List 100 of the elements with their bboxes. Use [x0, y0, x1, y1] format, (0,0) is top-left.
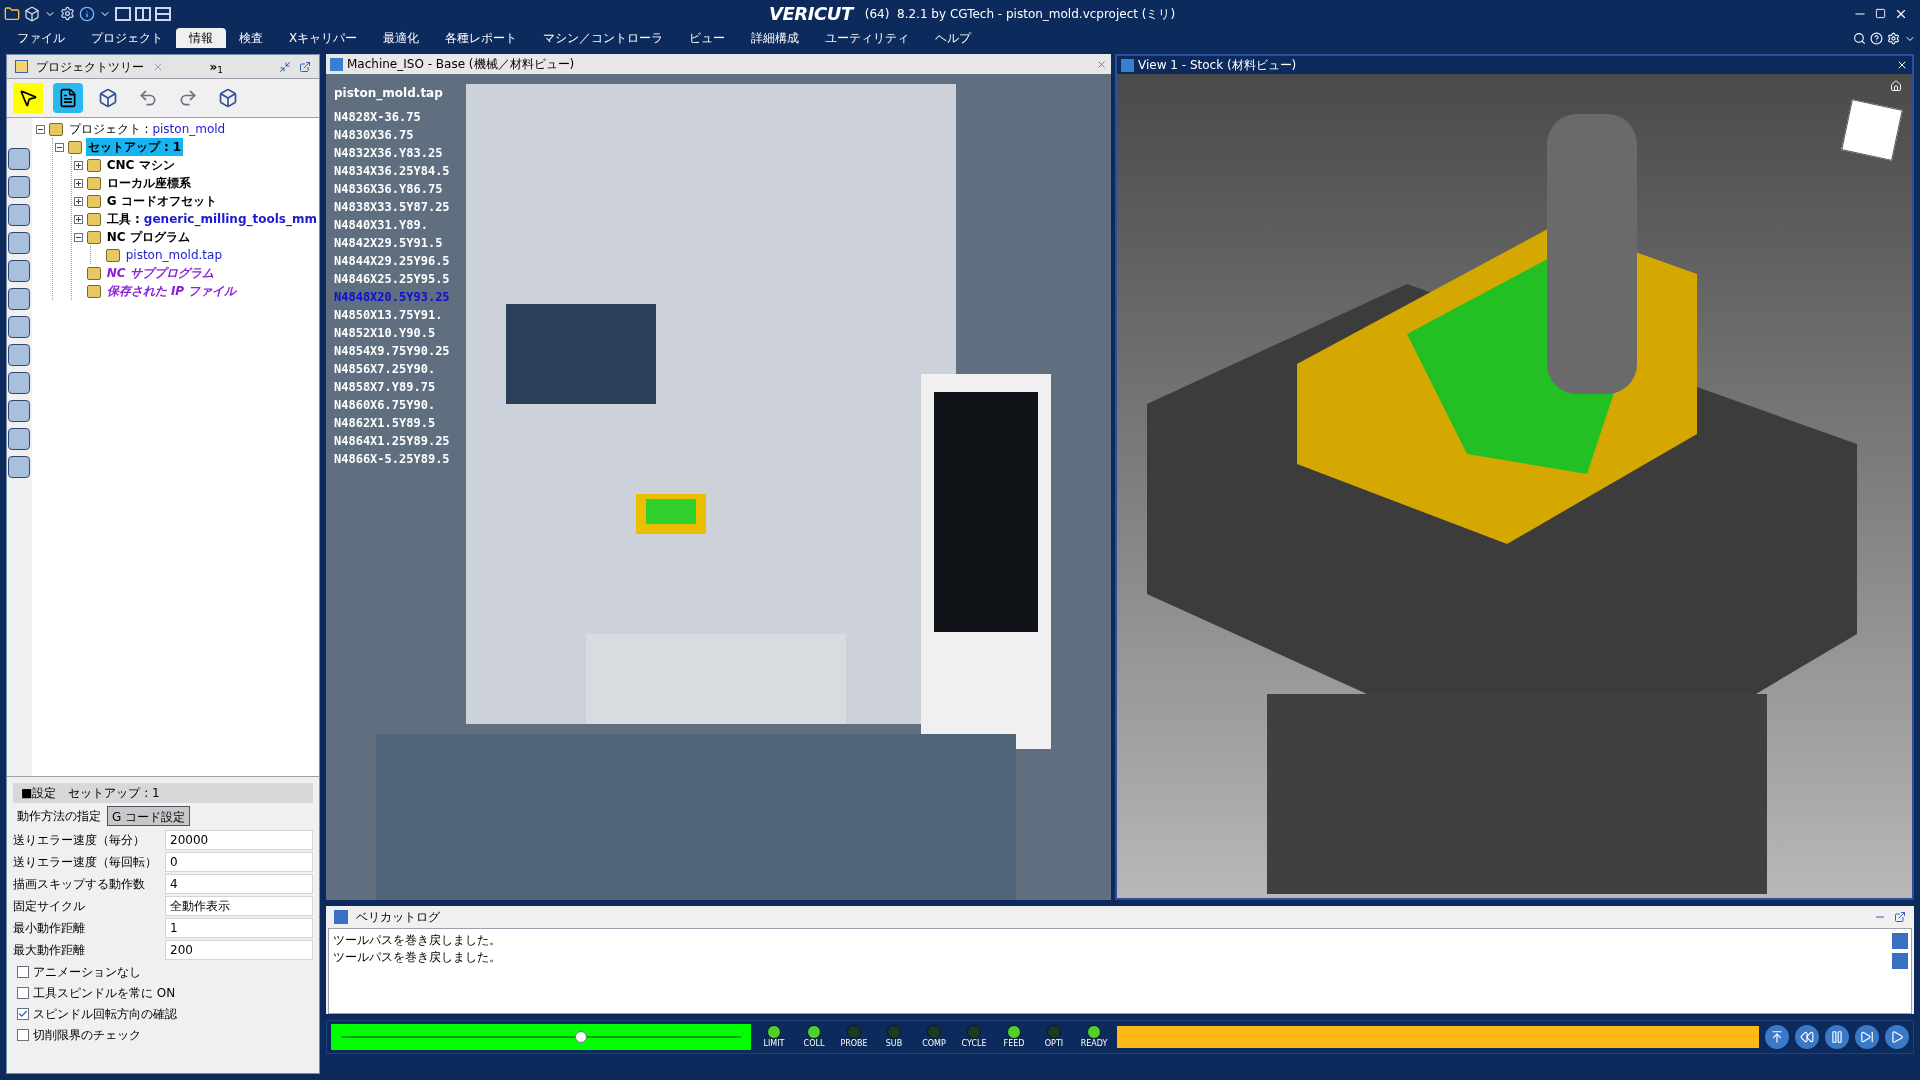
- tree-item[interactable]: プロジェクト : piston_mold: [66, 120, 228, 138]
- nc-code-line[interactable]: N4866X-5.25Y89.5: [334, 450, 450, 468]
- tree-item[interactable]: ローカル座標系: [104, 174, 193, 192]
- popout-icon[interactable]: [1894, 911, 1906, 923]
- nc-code-line[interactable]: N4862X1.5Y89.5: [334, 414, 436, 432]
- eject-icon[interactable]: [1765, 1025, 1789, 1049]
- nc-code-line[interactable]: N4850X13.75Y91.: [334, 306, 443, 324]
- nc-code-line[interactable]: N4830X36.75: [334, 126, 414, 144]
- tree-node-icon: [86, 176, 101, 190]
- close-icon[interactable]: [1896, 59, 1908, 71]
- tree-item[interactable]: セットアップ : 1: [85, 138, 184, 156]
- checkbox-label: アニメーションなし: [33, 963, 141, 981]
- toolbar-tool-icon[interactable]: [8, 176, 31, 198]
- nc-code-line[interactable]: N4834X36.25Y84.5: [334, 162, 450, 180]
- document-icon[interactable]: [53, 83, 83, 113]
- nc-code-line[interactable]: N4856X7.25Y90.: [334, 360, 436, 378]
- collapse-toggle-icon[interactable]: [35, 124, 45, 134]
- menu-item[interactable]: 詳細構成: [738, 28, 813, 48]
- nc-code-line[interactable]: N4860X6.75Y90.: [334, 396, 436, 414]
- toolbar-tool-icon[interactable]: [8, 372, 31, 394]
- toolbar-tool-icon[interactable]: [8, 260, 31, 282]
- checkbox[interactable]: [17, 1028, 29, 1041]
- log-tab[interactable]: ベリカットログ: [356, 908, 440, 926]
- nc-code-line[interactable]: N4844X29.25Y96.5: [334, 252, 450, 270]
- restore-icon[interactable]: [1875, 8, 1886, 19]
- menu-item[interactable]: 各種レポート: [432, 28, 531, 48]
- tree-item[interactable]: NC プログラム: [104, 228, 192, 246]
- menu-item[interactable]: ヘルプ: [922, 28, 985, 48]
- nc-code-line[interactable]: N4852X10.Y90.5: [334, 324, 436, 342]
- menu-item[interactable]: 情報: [176, 28, 226, 48]
- overflow-tabs-button[interactable]: »$_{1}$: [209, 57, 223, 76]
- tree-item[interactable]: NC サブプログラム: [104, 264, 216, 282]
- panel-tab[interactable]: プロジェクトツリー: [36, 57, 144, 76]
- search-icon[interactable]: [1853, 32, 1866, 45]
- single-layout-icon[interactable]: [115, 6, 131, 21]
- split-horizontal-icon[interactable]: [155, 6, 171, 21]
- nc-code-line[interactable]: N4832X36.Y83.25: [334, 144, 443, 162]
- checkbox[interactable]: [17, 986, 29, 999]
- nc-code-line[interactable]: N4864X1.25Y89.25: [334, 432, 450, 450]
- input-field[interactable]: 20000: [165, 830, 313, 850]
- folder-icon[interactable]: [4, 5, 20, 22]
- tree-item[interactable]: 保存された IP ファイル: [104, 282, 239, 300]
- menu-item[interactable]: 最適化: [370, 28, 433, 48]
- input-field[interactable]: 全動作表示: [165, 896, 313, 916]
- input-field[interactable]: 1: [165, 918, 313, 938]
- toolbar-tool-icon[interactable]: [8, 428, 31, 450]
- menu-item[interactable]: ユーティリティ: [812, 28, 923, 48]
- nc-code-line[interactable]: N4846X25.25Y95.5: [334, 270, 450, 288]
- expand-toggle-icon[interactable]: [73, 160, 83, 170]
- nc-code-line[interactable]: N4838X33.5Y87.25: [334, 198, 450, 216]
- popout-icon[interactable]: [299, 60, 311, 73]
- input-field[interactable]: 200: [165, 940, 313, 960]
- collapse-toggle-icon[interactable]: [73, 232, 83, 242]
- settings-icon[interactable]: [1887, 32, 1900, 45]
- nc-code-line[interactable]: N4858X7.Y89.75: [334, 378, 436, 396]
- nc-code-line[interactable]: N4840X31.Y89.: [334, 216, 428, 234]
- field-label: 固定サイクル: [13, 898, 86, 915]
- step-forward-icon[interactable]: [1855, 1025, 1879, 1049]
- progress-thumb[interactable]: [575, 1031, 587, 1043]
- input-field[interactable]: 0: [165, 852, 313, 872]
- menu-item[interactable]: ファイル: [4, 28, 78, 48]
- menu-item[interactable]: Xキャリパー: [276, 28, 371, 48]
- checkbox[interactable]: [17, 965, 29, 978]
- pause-icon[interactable]: [1825, 1025, 1849, 1049]
- nc-code-line[interactable]: N4842X29.5Y91.5: [334, 234, 443, 252]
- tree-item[interactable]: G コードオフセット: [104, 192, 219, 210]
- toolbar-tool-icon[interactable]: [8, 316, 31, 338]
- split-vertical-icon[interactable]: [135, 6, 151, 21]
- toolbar-tool-icon[interactable]: [8, 288, 31, 310]
- tree-item[interactable]: piston_mold.tap: [123, 246, 225, 264]
- expand-toggle-icon[interactable]: [73, 214, 83, 224]
- checkbox[interactable]: [17, 1007, 29, 1020]
- menu-item[interactable]: ビュー: [676, 28, 739, 48]
- expand-toggle-icon[interactable]: [73, 178, 83, 188]
- input-field[interactable]: 4: [165, 874, 313, 894]
- home-icon[interactable]: [1890, 80, 1902, 92]
- menu-item[interactable]: 検査: [226, 28, 276, 48]
- menu-item[interactable]: マシン／コントローラ: [530, 28, 677, 48]
- expand-toggle-icon[interactable]: [73, 196, 83, 206]
- app-logo: VERICUT: [769, 2, 853, 26]
- settings-tab[interactable]: G コード設定: [107, 806, 191, 826]
- play-icon[interactable]: [1885, 1025, 1909, 1049]
- nc-code-line[interactable]: N4836X36.Y86.75: [334, 180, 443, 198]
- tree-item[interactable]: 工具 : generic_milling_tools_mm: [104, 210, 319, 228]
- tree-item[interactable]: CNC マシン: [104, 156, 177, 174]
- toolbar-tool-icon[interactable]: [8, 344, 31, 366]
- minimize-icon[interactable]: [279, 60, 291, 73]
- toolbar-tool-icon[interactable]: [8, 148, 31, 170]
- toolbar-tool-icon[interactable]: [8, 400, 31, 422]
- toolbar-tool-icon[interactable]: [8, 204, 31, 226]
- collapse-toggle-icon[interactable]: [54, 142, 64, 152]
- log-message: ツールパスを巻き戻しました。: [333, 949, 501, 966]
- menu-item[interactable]: プロジェクト: [78, 28, 176, 48]
- nc-code-line[interactable]: N4828X-36.75: [334, 108, 421, 126]
- help-icon[interactable]: [1870, 32, 1883, 45]
- nc-code-line[interactable]: N4854X9.75Y90.25: [334, 342, 450, 360]
- toolbar-tool-icon[interactable]: [8, 232, 31, 254]
- rewind-icon[interactable]: [1795, 1025, 1819, 1049]
- toolbar-tool-icon[interactable]: [8, 456, 31, 478]
- info-icon[interactable]: [79, 5, 95, 22]
